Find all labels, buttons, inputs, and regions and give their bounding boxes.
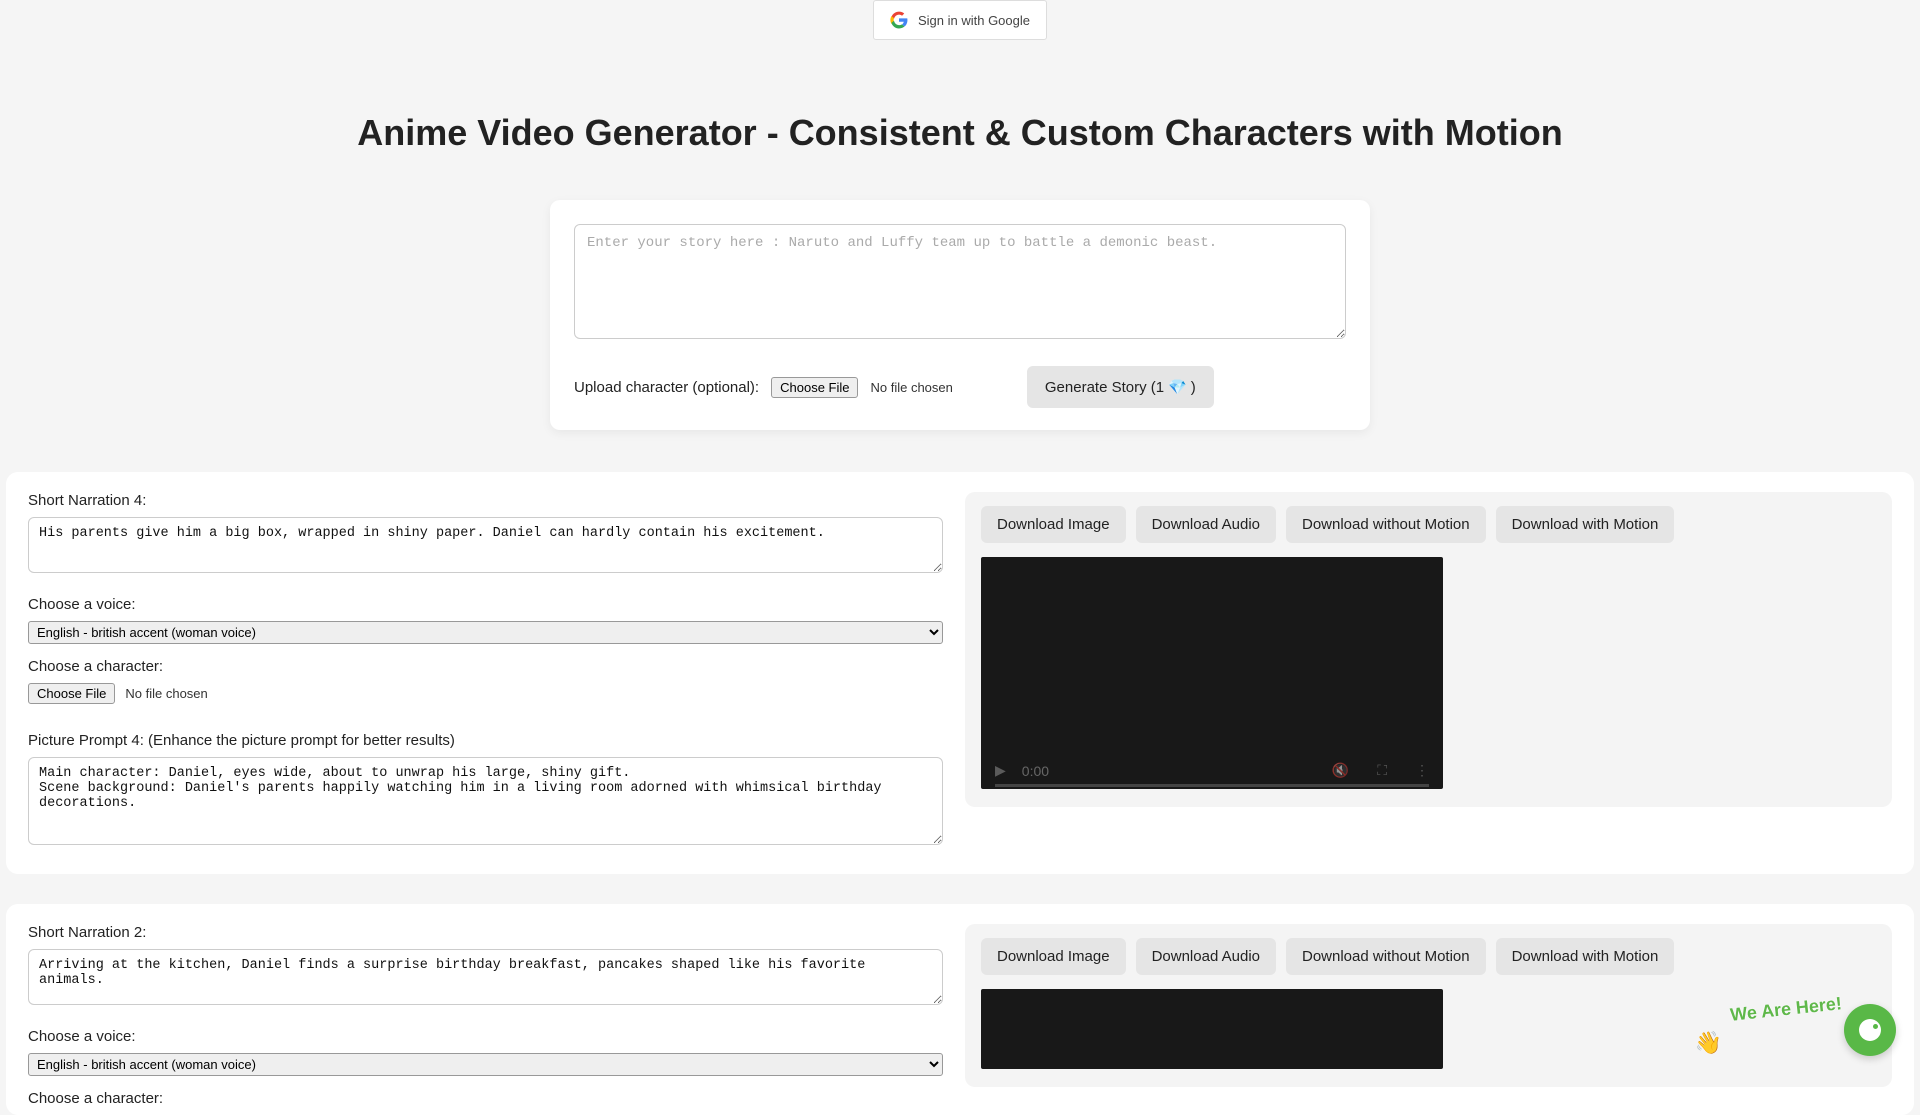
narration-left-col: Short Narration 4: Choose a voice: Engli… (28, 492, 943, 850)
character-label: Choose a character: (28, 1090, 943, 1107)
video-player[interactable] (981, 989, 1443, 1069)
chat-avatar-icon (1859, 1019, 1881, 1041)
download-image-button[interactable]: Download Image (981, 938, 1126, 975)
more-icon[interactable]: ⋮ (1415, 762, 1429, 779)
download-with-motion-button[interactable]: Download with Motion (1496, 506, 1675, 543)
page-title: Anime Video Generator - Consistent & Cus… (0, 112, 1920, 154)
voice-select[interactable]: English - british accent (woman voice) (28, 621, 943, 644)
generate-story-label-suffix: ) (1191, 379, 1196, 396)
play-icon[interactable]: ▶ (995, 762, 1006, 779)
upload-character-no-file-text: No file chosen (870, 380, 952, 395)
wave-icon: 👋 (1695, 1030, 1722, 1056)
download-without-motion-button[interactable]: Download without Motion (1286, 506, 1486, 543)
google-signin-button[interactable]: Sign in with Google (873, 0, 1047, 40)
mute-icon[interactable]: 🔇 (1332, 762, 1349, 779)
picture-prompt-label: Picture Prompt 4: (Enhance the picture p… (28, 732, 943, 749)
download-without-motion-button[interactable]: Download without Motion (1286, 938, 1486, 975)
download-audio-button[interactable]: Download Audio (1136, 506, 1276, 543)
voice-select[interactable]: English - british accent (woman voice) (28, 1053, 943, 1076)
voice-label: Choose a voice: (28, 596, 943, 613)
download-with-motion-button[interactable]: Download with Motion (1496, 938, 1675, 975)
download-image-button[interactable]: Download Image (981, 506, 1126, 543)
google-icon (890, 11, 908, 29)
video-player[interactable]: ▶ 0:00 🔇 ⛶ ⋮ (981, 557, 1443, 789)
gem-icon: 💎 (1168, 378, 1187, 396)
signin-bar: Sign in with Google (0, 0, 1920, 42)
story-input[interactable] (574, 224, 1346, 339)
character-choose-file-button[interactable]: Choose File (28, 683, 115, 704)
narration-label: Short Narration 4: (28, 492, 943, 509)
generate-story-label-prefix: Generate Story (1 (1045, 379, 1164, 396)
fullscreen-icon[interactable]: ⛶ (1377, 762, 1387, 779)
google-signin-label: Sign in with Google (918, 13, 1030, 28)
video-progress-bar[interactable] (995, 784, 1429, 787)
download-row: Download Image Download Audio Download w… (981, 938, 1876, 975)
chat-widget[interactable]: 👋 We Are Here! (1695, 999, 1896, 1056)
narration-left-col: Short Narration 2: Choose a voice: Engli… (28, 924, 943, 1115)
narration-right-col: Download Image Download Audio Download w… (965, 492, 1892, 807)
chat-text: We Are Here! (1729, 993, 1843, 1026)
narration-section: Short Narration 4: Choose a voice: Engli… (6, 472, 1914, 874)
generate-story-button[interactable]: Generate Story (1 💎) (1027, 366, 1214, 408)
picture-prompt-input[interactable] (28, 757, 943, 845)
narration-input[interactable] (28, 949, 943, 1005)
upload-character-label: Upload character (optional): (574, 379, 759, 396)
download-row: Download Image Download Audio Download w… (981, 506, 1876, 543)
character-no-file-text: No file chosen (125, 686, 207, 701)
narration-label: Short Narration 2: (28, 924, 943, 941)
chat-bubble-button[interactable] (1844, 1004, 1896, 1056)
video-time: 0:00 (1022, 763, 1049, 779)
narration-section: Short Narration 2: Choose a voice: Engli… (6, 904, 1914, 1115)
voice-label: Choose a voice: (28, 1028, 943, 1045)
character-label: Choose a character: (28, 658, 943, 675)
story-card: Upload character (optional): Choose File… (550, 200, 1370, 430)
narration-input[interactable] (28, 517, 943, 573)
download-audio-button[interactable]: Download Audio (1136, 938, 1276, 975)
story-controls: Upload character (optional): Choose File… (574, 366, 1346, 408)
upload-character-choose-file-button[interactable]: Choose File (771, 377, 858, 398)
